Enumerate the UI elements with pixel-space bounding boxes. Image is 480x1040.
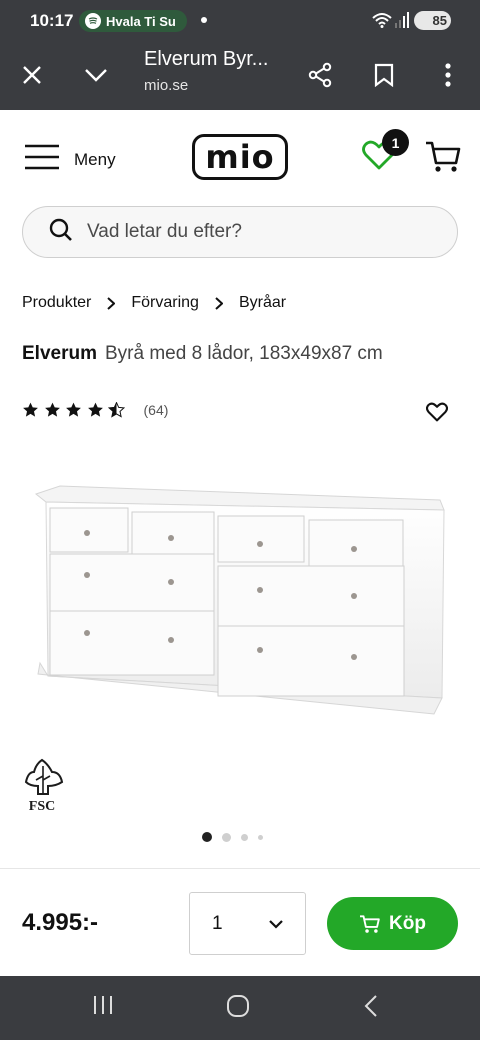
product-image[interactable] [30, 478, 450, 723]
breadcrumb-item-byraar[interactable]: Byråar [239, 294, 286, 312]
media-notification[interactable]: Hvala Ti Su [79, 10, 187, 32]
carousel-dot[interactable] [222, 832, 231, 842]
chevron-down-icon[interactable] [79, 58, 113, 92]
back-icon[interactable] [364, 994, 378, 1023]
chevron-down-icon [269, 913, 283, 935]
more-options-icon[interactable] [431, 58, 465, 92]
carousel-dot[interactable] [202, 832, 212, 842]
chevron-right-icon [107, 296, 116, 310]
review-count: (64) [143, 402, 169, 418]
tab-title: Elverum Byr... [144, 48, 269, 70]
bookmark-icon[interactable] [367, 58, 401, 92]
search-input[interactable] [87, 221, 417, 243]
add-to-wishlist-button[interactable] [425, 402, 449, 427]
star-icon [44, 402, 60, 417]
chevron-right-icon [215, 296, 223, 310]
hamburger-icon [24, 144, 60, 175]
quantity-value: 1 [212, 912, 223, 934]
share-icon[interactable] [303, 58, 337, 92]
cart-icon [360, 914, 380, 933]
tab-url[interactable]: mio.se [144, 77, 188, 94]
site-header: Meny mio 1 [0, 110, 480, 206]
star-icon [87, 402, 103, 417]
carousel-dot[interactable] [241, 833, 248, 841]
quantity-select[interactable]: 1 [189, 892, 306, 955]
fsc-logo: FSC [22, 758, 66, 814]
product-rating[interactable]: (64) [22, 402, 168, 418]
spotify-icon [85, 13, 101, 29]
menu-button[interactable]: Meny [24, 144, 116, 175]
breadcrumb-item-forvaring[interactable]: Förvaring [131, 294, 199, 312]
star-icon [108, 402, 125, 418]
star-icon [23, 402, 38, 417]
buy-bar: 4.995:- 1 Köp [0, 868, 480, 976]
buy-button[interactable]: Köp [327, 897, 458, 950]
wishlist-button[interactable]: 1 [362, 129, 409, 176]
status-time: 10:17 [30, 11, 74, 30]
media-title: Hvala Ti Su [106, 13, 176, 29]
recent-apps-icon[interactable] [92, 994, 114, 1021]
signal-icon [395, 12, 409, 33]
status-bar: 10:17 Hvala Ti Su 85 [0, 0, 480, 40]
browser-toolbar: Elverum Byr... mio.se [0, 40, 480, 110]
wishlist-count-badge: 1 [382, 129, 409, 156]
battery-indicator: 85 [414, 11, 451, 30]
search-bar[interactable] [22, 206, 458, 258]
heart-outline-icon [425, 402, 449, 426]
search-icon [49, 218, 73, 247]
notification-dot-icon [201, 17, 207, 23]
rating-stars [22, 402, 130, 418]
page-title: Elverum Byrå med 8 lådor, 183x49x87 cm [22, 343, 383, 365]
buy-button-label: Köp [389, 912, 426, 934]
image-carousel-dots[interactable] [202, 832, 273, 842]
fsc-label: FSC [29, 799, 55, 814]
home-icon[interactable] [226, 994, 250, 1023]
system-navigation-bar [0, 976, 480, 1040]
cart-button[interactable] [425, 139, 461, 180]
wifi-icon [372, 12, 392, 33]
cart-icon [425, 141, 461, 179]
product-price: 4.995:- [22, 909, 99, 936]
product-description: Byrå med 8 lådor, 183x49x87 cm [104, 343, 383, 364]
close-icon[interactable] [15, 58, 49, 92]
mio-logo[interactable]: mio [192, 134, 288, 180]
carousel-dot[interactable] [258, 834, 263, 840]
menu-label: Meny [74, 149, 116, 169]
star-icon [66, 402, 81, 417]
breadcrumb-item-produkter[interactable]: Produkter [22, 294, 91, 312]
breadcrumb: Produkter Förvaring Byråar [22, 294, 286, 312]
product-brand: Elverum [22, 343, 97, 364]
heart-icon [362, 140, 396, 174]
